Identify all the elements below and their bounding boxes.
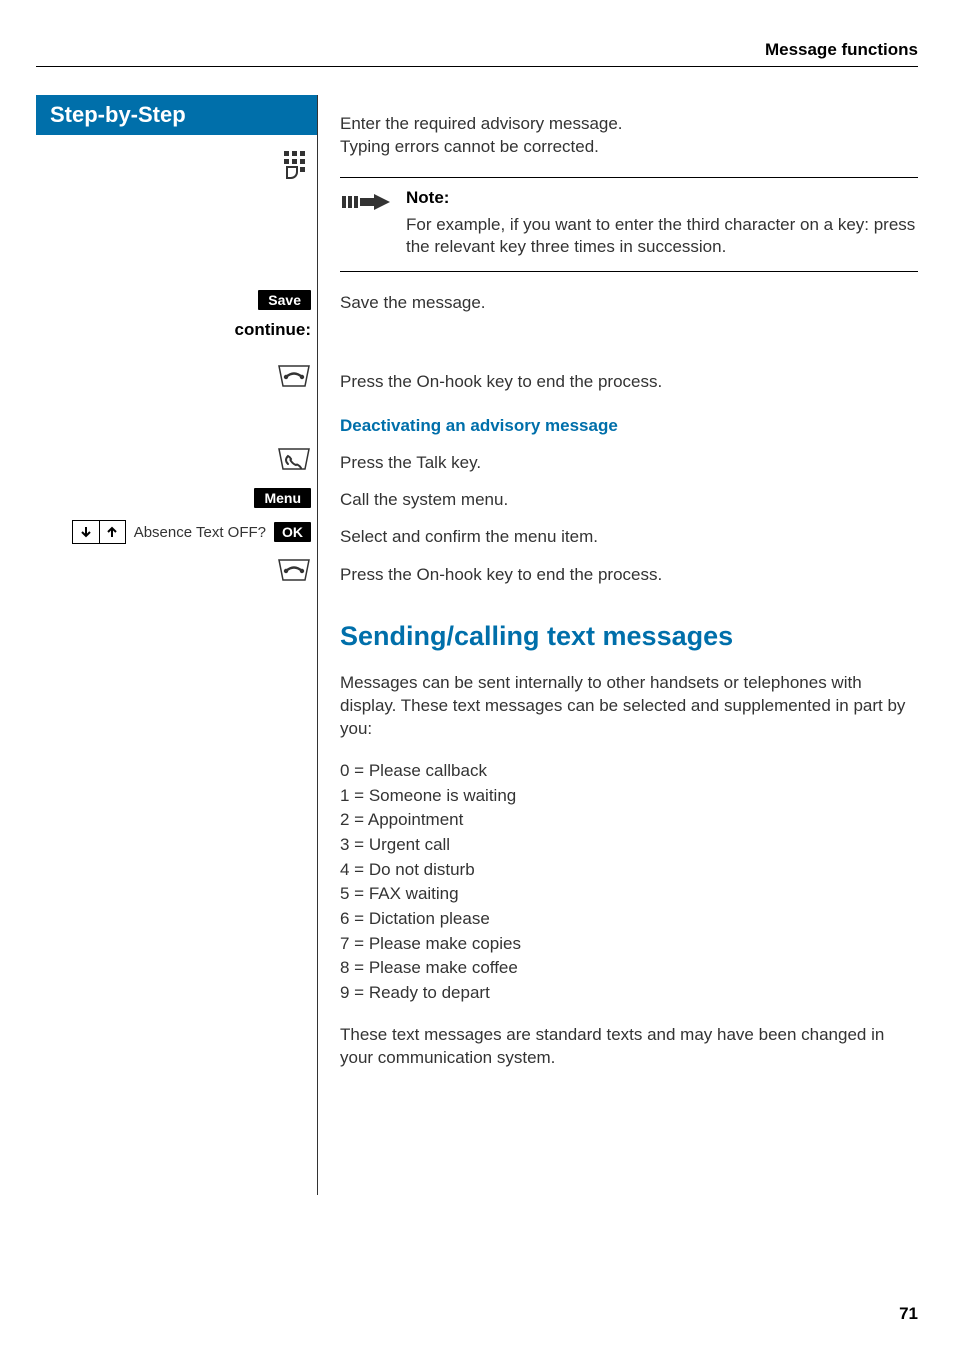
list-item: 9 = Ready to depart bbox=[340, 981, 918, 1006]
list-item: 6 = Dictation please bbox=[340, 907, 918, 932]
talk-icon-row bbox=[36, 447, 317, 476]
talk-key-icon bbox=[277, 447, 311, 476]
intro-line1: Enter the required advisory message. bbox=[340, 113, 918, 136]
save-pill-row: Save bbox=[36, 290, 317, 310]
menu-button[interactable]: Menu bbox=[254, 488, 311, 508]
header-section-title: Message functions bbox=[36, 40, 918, 67]
page: Message functions Step-by-Step bbox=[0, 0, 954, 1352]
section2-heading: Sending/calling text messages bbox=[340, 621, 918, 652]
list-item: 4 = Do not disturb bbox=[340, 858, 918, 883]
onhook-text-1: Press the On-hook key to end the process… bbox=[340, 371, 918, 394]
continue-label: continue: bbox=[36, 320, 317, 340]
section2-outro: These text messages are standard texts a… bbox=[340, 1024, 918, 1070]
menu-text: Call the system menu. bbox=[340, 489, 918, 512]
list-item: 2 = Appointment bbox=[340, 808, 918, 833]
intro-line2: Typing errors cannot be corrected. bbox=[340, 136, 918, 159]
note-body: For example, if you want to enter the th… bbox=[406, 214, 918, 259]
content-row: Step-by-Step Save bbox=[36, 95, 918, 1195]
up-down-selector[interactable] bbox=[72, 520, 126, 544]
onhook-text-2: Press the On-hook key to end the process… bbox=[340, 564, 918, 587]
keypad-icon-row bbox=[36, 149, 317, 184]
absence-display-text: Absence Text OFF? bbox=[134, 524, 266, 541]
save-text: Save the message. bbox=[340, 292, 918, 315]
right-column: Enter the required advisory message. Typ… bbox=[318, 95, 918, 1069]
onhook-key-icon bbox=[277, 558, 311, 587]
list-item: 3 = Urgent call bbox=[340, 833, 918, 858]
ok-button[interactable]: OK bbox=[274, 522, 311, 542]
page-number: 71 bbox=[899, 1304, 918, 1324]
onhook-icon-row-2 bbox=[36, 558, 317, 587]
list-item: 5 = FAX waiting bbox=[340, 882, 918, 907]
talk-text: Press the Talk key. bbox=[340, 452, 918, 475]
absence-text: Select and confirm the menu item. bbox=[340, 526, 918, 549]
save-button[interactable]: Save bbox=[258, 290, 311, 310]
keypad-icon bbox=[281, 149, 311, 184]
note-box: Note: For example, if you want to enter … bbox=[340, 177, 918, 272]
message-list: 0 = Please callback 1 = Someone is waiti… bbox=[340, 759, 918, 1005]
note-title: Note: bbox=[406, 188, 918, 208]
absence-row: Absence Text OFF? OK bbox=[36, 520, 317, 544]
list-item: 7 = Please make copies bbox=[340, 932, 918, 957]
note-pointer-icon bbox=[340, 188, 406, 259]
list-item: 8 = Please make coffee bbox=[340, 956, 918, 981]
down-arrow-icon[interactable] bbox=[73, 521, 99, 543]
onhook-key-icon bbox=[277, 364, 311, 393]
list-item: 0 = Please callback bbox=[340, 759, 918, 784]
list-item: 1 = Someone is waiting bbox=[340, 784, 918, 809]
deactivate-heading: Deactivating an advisory message bbox=[340, 416, 918, 436]
left-column: Step-by-Step Save bbox=[36, 95, 318, 1195]
up-arrow-icon[interactable] bbox=[99, 521, 125, 543]
menu-pill-row: Menu bbox=[36, 488, 317, 508]
section2-intro: Messages can be sent internally to other… bbox=[340, 672, 918, 741]
step-by-step-bar: Step-by-Step bbox=[36, 95, 317, 135]
onhook-icon-row-1 bbox=[36, 364, 317, 393]
